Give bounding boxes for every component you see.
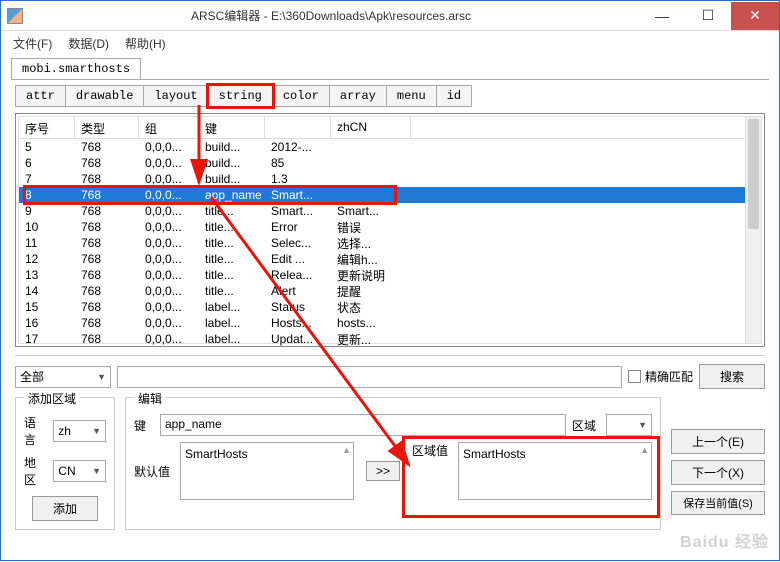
col-blank	[411, 117, 761, 139]
typetab-layout[interactable]: layout	[143, 85, 208, 107]
next-button[interactable]: 下一个(X)	[671, 460, 765, 485]
col-key[interactable]: 键	[199, 117, 265, 139]
table-row[interactable]: 97680,0,0...title...Smart...Smart...	[19, 203, 761, 219]
region-value-label: 区域值	[412, 442, 452, 459]
watermark: Baidu 经验	[680, 528, 769, 552]
table-row[interactable]: 157680,0,0...label...Status状态	[19, 299, 761, 315]
window-title: ARSC编辑器 - E:\360Downloads\Apk\resources.…	[23, 7, 639, 24]
table-row[interactable]: 67680,0,0...build...85	[19, 155, 761, 171]
table-row[interactable]: 127680,0,0...title...Edit ...编辑h...	[19, 251, 761, 267]
search-scope-combo[interactable]: 全部▼	[15, 366, 111, 388]
col-group[interactable]: 组	[139, 117, 199, 139]
key-input[interactable]: app_name	[160, 414, 566, 436]
region-value-combo[interactable]: ▼	[606, 414, 652, 436]
search-input[interactable]	[117, 366, 622, 388]
key-label: 键	[134, 417, 154, 434]
col-seq[interactable]: 序号	[19, 117, 75, 139]
col-empty[interactable]	[265, 117, 331, 139]
menu-file[interactable]: 文件(F)	[13, 35, 52, 52]
table-row[interactable]: 177680,0,0...label...Updat...更新...	[19, 331, 761, 347]
prev-button[interactable]: 上一个(E)	[671, 429, 765, 454]
table-row[interactable]: 137680,0,0...title...Relea...更新说明	[19, 267, 761, 283]
col-zhcn[interactable]: zhCN	[331, 117, 411, 139]
maximize-button[interactable]: ☐	[685, 2, 731, 30]
edit-title: 编辑	[134, 390, 166, 407]
table-row[interactable]: 77680,0,0...build...1.3	[19, 171, 761, 187]
edit-group: 编辑 键 app_name 区域 ▼ 默认值 SmartHosts ▲	[125, 397, 661, 530]
lang-combo[interactable]: zh▼	[53, 420, 106, 442]
region-btn-label: 区域	[572, 417, 600, 434]
app-icon	[7, 8, 23, 24]
vertical-scrollbar[interactable]	[745, 117, 761, 343]
typetab-menu[interactable]: menu	[386, 85, 437, 107]
close-button[interactable]: ✕	[731, 2, 779, 30]
typetab-attr[interactable]: attr	[15, 85, 66, 107]
typetab-color[interactable]: color	[272, 85, 330, 107]
default-label: 默认值	[134, 463, 174, 480]
table-row[interactable]: 117680,0,0...title...Selec...选择...	[19, 235, 761, 251]
add-button[interactable]: 添加	[32, 496, 98, 521]
minimize-button[interactable]: —	[639, 2, 685, 30]
search-button[interactable]: 搜索	[699, 364, 765, 389]
region-combo[interactable]: CN▼	[53, 460, 106, 482]
col-type[interactable]: 类型	[75, 117, 139, 139]
lang-label: 语言	[24, 414, 47, 448]
copy-to-region-button[interactable]: >>	[366, 461, 400, 481]
table-row[interactable]: 87680,0,0...app_nameSmart...	[19, 187, 761, 203]
add-region-group: 添加区域 语言 zh▼ 地区 CN▼ 添加	[15, 397, 115, 530]
save-current-button[interactable]: 保存当前值(S)	[671, 491, 765, 515]
typetab-id[interactable]: id	[436, 85, 472, 107]
default-value-box[interactable]: SmartHosts ▲	[180, 442, 354, 500]
exact-match-checkbox[interactable]: 精确匹配	[628, 368, 693, 385]
table-row[interactable]: 107680,0,0...title...Error错误	[19, 219, 761, 235]
table-row[interactable]: 167680,0,0...label...Hosts...hosts...	[19, 315, 761, 331]
menu-help[interactable]: 帮助(H)	[125, 35, 166, 52]
typetab-string[interactable]: string	[208, 85, 273, 107]
add-region-title: 添加区域	[24, 390, 80, 407]
file-tab[interactable]: mobi.smarthosts	[11, 58, 141, 79]
region-label: 地区	[24, 454, 47, 488]
typetab-array[interactable]: array	[329, 85, 387, 107]
region-value-box[interactable]: SmartHosts ▲	[458, 442, 652, 500]
typetab-drawable[interactable]: drawable	[65, 85, 145, 107]
table-row[interactable]: 147680,0,0...title...Alert提醒	[19, 283, 761, 299]
menu-data[interactable]: 数据(D)	[68, 35, 109, 52]
table-row[interactable]: 57680,0,0...build...2012-...	[19, 139, 761, 155]
